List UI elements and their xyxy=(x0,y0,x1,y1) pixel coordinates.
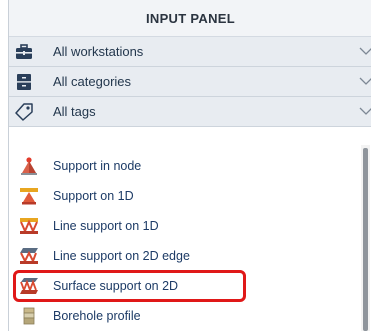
list-item-support-in-node[interactable]: Support in node xyxy=(9,151,361,181)
list-item-label: Line support on 1D xyxy=(53,219,159,233)
filter-tags[interactable]: All tags xyxy=(9,97,371,127)
cabinet-icon xyxy=(17,74,31,90)
filter-workstations-label: All workstations xyxy=(53,44,144,59)
line-support-1d-icon xyxy=(20,218,38,234)
filter-categories-label: All categories xyxy=(53,74,132,89)
chevron-down-icon[interactable] xyxy=(358,43,371,59)
list-item-line-support-on-1d[interactable]: Line support on 1D xyxy=(9,211,361,241)
filter-workstations[interactable]: All workstations xyxy=(9,37,371,67)
chevron-down-icon[interactable] xyxy=(358,103,371,119)
panel-title-text: INPUT PANEL xyxy=(145,10,235,26)
toolbox-icon xyxy=(16,44,32,59)
tag-icon xyxy=(15,103,33,121)
list-item-label: Support on 1D xyxy=(53,189,134,203)
list-item-label: Support in node xyxy=(53,159,142,173)
highlight-box xyxy=(13,270,246,302)
list-item-support-on-1d[interactable]: Support on 1D xyxy=(9,181,361,211)
input-panel: INPUT PANEL All workstations All categor… xyxy=(8,0,371,331)
borehole-profile-icon xyxy=(23,307,35,325)
list-item-label: Borehole profile xyxy=(53,309,141,323)
panel-title: INPUT PANEL xyxy=(9,0,371,37)
filter-tags-label: All tags xyxy=(53,104,96,119)
list-scrollbar-thumb[interactable] xyxy=(363,148,368,331)
chevron-down-icon[interactable] xyxy=(358,73,371,89)
node-support-icon xyxy=(21,157,37,175)
list-item-line-support-on-2d-edge[interactable]: Line support on 2D edge xyxy=(9,241,361,271)
filter-categories[interactable]: All categories xyxy=(9,67,371,97)
list-item-label: Line support on 2D edge xyxy=(53,249,190,263)
list-item-borehole-profile[interactable]: Borehole profile xyxy=(9,301,361,331)
line-support-2d-edge-icon xyxy=(20,248,38,264)
support-1d-icon xyxy=(20,188,38,205)
